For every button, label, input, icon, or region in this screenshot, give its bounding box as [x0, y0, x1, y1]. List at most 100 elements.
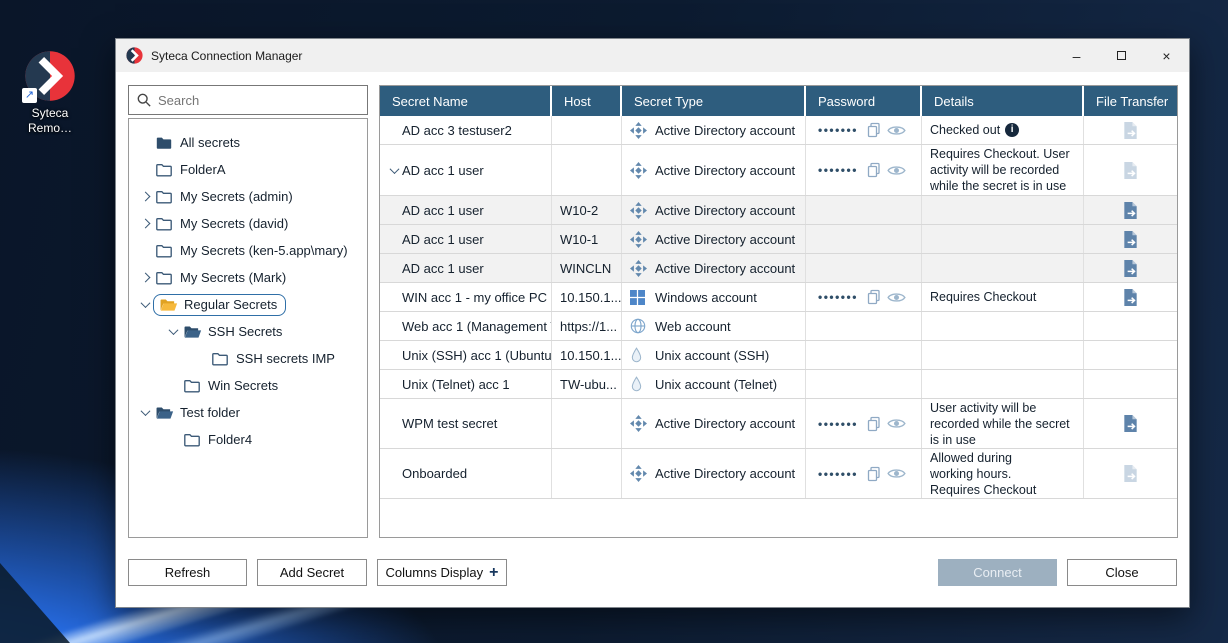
- minimize-button[interactable]: –: [1054, 39, 1099, 72]
- chevron-down-icon[interactable]: [140, 406, 150, 416]
- cell-password: •••••••: [806, 449, 922, 498]
- cell-secret-type: Unix account (Telnet): [622, 370, 806, 398]
- eye-icon[interactable]: [887, 467, 906, 480]
- search-box[interactable]: [128, 85, 368, 115]
- cell-host: [552, 145, 622, 195]
- close-button[interactable]: Close: [1067, 559, 1177, 586]
- copy-icon[interactable]: [866, 466, 882, 482]
- table-row-ad-acc-1-user[interactable]: AD acc 1 userW10-2Active Directory accou…: [380, 196, 1177, 225]
- tree-item-ssh-secrets[interactable]: SSH Secrets: [129, 318, 367, 345]
- cell-secret-name: AD acc 3 testuser2: [380, 116, 552, 144]
- tree-item-ssh-secrets-imp[interactable]: SSH secrets IMP: [129, 345, 367, 372]
- tree-item-label: My Secrets (Mark): [180, 270, 286, 285]
- eye-icon[interactable]: [887, 124, 906, 137]
- file-transfer-icon[interactable]: [1121, 230, 1140, 249]
- tree-item-folder4[interactable]: Folder4: [129, 426, 367, 453]
- tree-item-all-secrets[interactable]: All secrets: [129, 129, 367, 156]
- cell-details: [922, 341, 1084, 369]
- folder-outline-icon: [183, 432, 202, 448]
- refresh-button[interactable]: Refresh: [128, 559, 247, 586]
- details-text: Requires Checkout. User activity will be…: [930, 146, 1077, 194]
- file-transfer-icon[interactable]: [1121, 288, 1140, 307]
- tree-item-my-secrets-ken-5-app-mary[interactable]: My Secrets (ken-5.app\mary): [129, 237, 367, 264]
- tree-item-win-secrets[interactable]: Win Secrets: [129, 372, 367, 399]
- cell-password: [806, 370, 922, 398]
- close-window-button[interactable]: ×: [1144, 39, 1189, 72]
- tree-item-label: Folder4: [208, 432, 252, 447]
- cell-file-transfer: [1084, 254, 1177, 282]
- header-host[interactable]: Host: [552, 86, 622, 116]
- secret-type-label: Active Directory account: [655, 261, 795, 276]
- tree-item-my-secrets-david[interactable]: My Secrets (david): [129, 210, 367, 237]
- tree-item-foldera[interactable]: FolderA: [129, 156, 367, 183]
- eye-icon[interactable]: [887, 164, 906, 177]
- file-transfer-icon[interactable]: [1121, 414, 1140, 433]
- tree-item-my-secrets-admin[interactable]: My Secrets (admin): [129, 183, 367, 210]
- eye-icon[interactable]: [887, 417, 906, 430]
- copy-icon[interactable]: [866, 289, 882, 305]
- header-details[interactable]: Details: [922, 86, 1084, 116]
- active-directory-icon: [630, 260, 648, 276]
- cell-host: 10.150.1...: [552, 283, 622, 311]
- cell-details: [922, 312, 1084, 340]
- file-transfer-icon[interactable]: [1121, 259, 1140, 278]
- folder-open-icon: [183, 324, 202, 340]
- maximize-button[interactable]: [1099, 39, 1144, 72]
- cell-details: Checked outi: [922, 116, 1084, 144]
- secret-name-text: AD acc 1 user: [402, 232, 484, 247]
- title-bar[interactable]: Syteca Connection Manager – ×: [116, 39, 1189, 72]
- desktop-shortcut-syteca[interactable]: ↗ Syteca Remo…: [14, 50, 86, 136]
- cell-file-transfer: [1084, 225, 1177, 253]
- table-row-ad-acc-1-user[interactable]: AD acc 1 userActive Directory account•••…: [380, 145, 1177, 196]
- syteca-logo-icon: ↗: [24, 50, 76, 102]
- chevron-down-icon[interactable]: [168, 325, 178, 335]
- chevron-right-icon[interactable]: [140, 192, 150, 202]
- tree-item-regular-secrets[interactable]: Regular Secrets: [129, 291, 367, 318]
- password-dots: •••••••: [818, 467, 858, 481]
- secret-name-text: AD acc 1 user: [402, 163, 484, 178]
- table-header-row: Secret Name Host Secret Type Password De…: [380, 86, 1177, 116]
- table-row-wpm-test-secret[interactable]: WPM test secretActive Directory account•…: [380, 399, 1177, 449]
- file-transfer-icon[interactable]: [1121, 201, 1140, 220]
- header-password[interactable]: Password: [806, 86, 922, 116]
- chevron-right-icon[interactable]: [140, 273, 150, 283]
- secret-name-text: Web acc 1 (Management Too: [402, 319, 552, 334]
- table-row-onboarded[interactable]: OnboardedActive Directory account•••••••…: [380, 449, 1177, 499]
- copy-icon[interactable]: [866, 416, 882, 432]
- info-icon[interactable]: i: [1005, 123, 1019, 137]
- table-row-web-acc-1-management-too[interactable]: Web acc 1 (Management Toohttps://1...Web…: [380, 312, 1177, 341]
- cell-host: [552, 116, 622, 144]
- table-row-ad-acc-3-testuser2[interactable]: AD acc 3 testuser2Active Directory accou…: [380, 116, 1177, 145]
- columns-display-button[interactable]: Columns Display +: [377, 559, 507, 586]
- secret-name-text: Onboarded: [402, 466, 467, 481]
- table-row-unix-ssh-acc-1-ubuntu-22-0[interactable]: Unix (SSH) acc 1 (Ubuntu 22.010.150.1...…: [380, 341, 1177, 370]
- copy-icon[interactable]: [866, 122, 882, 138]
- connect-button[interactable]: Connect: [938, 559, 1057, 586]
- table-row-win-acc-1-my-office-pc[interactable]: WIN acc 1 - my office PC10.150.1...Windo…: [380, 283, 1177, 312]
- folder-outline-icon: [155, 189, 174, 205]
- header-file-transfer[interactable]: File Transfer: [1084, 86, 1177, 116]
- table-row-ad-acc-1-user[interactable]: AD acc 1 userW10-1Active Directory accou…: [380, 225, 1177, 254]
- password-dots: •••••••: [818, 417, 858, 431]
- copy-icon[interactable]: [866, 162, 882, 178]
- chevron-right-icon[interactable]: [140, 219, 150, 229]
- tree-item-my-secrets-mark[interactable]: My Secrets (Mark): [129, 264, 367, 291]
- eye-icon[interactable]: [887, 291, 906, 304]
- add-secret-button[interactable]: Add Secret: [257, 559, 367, 586]
- cell-file-transfer: [1084, 196, 1177, 224]
- cell-host: W10-1: [552, 225, 622, 253]
- header-secret-type[interactable]: Secret Type: [622, 86, 806, 116]
- table-row-unix-telnet-acc-1[interactable]: Unix (Telnet) acc 1TW-ubu...Unix account…: [380, 370, 1177, 399]
- table-row-ad-acc-1-user[interactable]: AD acc 1 userWINCLNActive Directory acco…: [380, 254, 1177, 283]
- header-secret-name[interactable]: Secret Name: [380, 86, 552, 116]
- tree-item-test-folder[interactable]: Test folder: [129, 399, 367, 426]
- cell-host: TW-ubu...: [552, 370, 622, 398]
- expander-slot: [137, 274, 153, 281]
- search-input[interactable]: [158, 93, 359, 108]
- tree-item-label: My Secrets (ken-5.app\mary): [180, 243, 348, 258]
- folder-outline-icon: [211, 351, 230, 367]
- wallpaper-wedge: [0, 563, 70, 643]
- chevron-down-icon[interactable]: [140, 298, 150, 308]
- chevron-down-icon[interactable]: [389, 164, 399, 174]
- cell-secret-name: Web acc 1 (Management Too: [380, 312, 552, 340]
